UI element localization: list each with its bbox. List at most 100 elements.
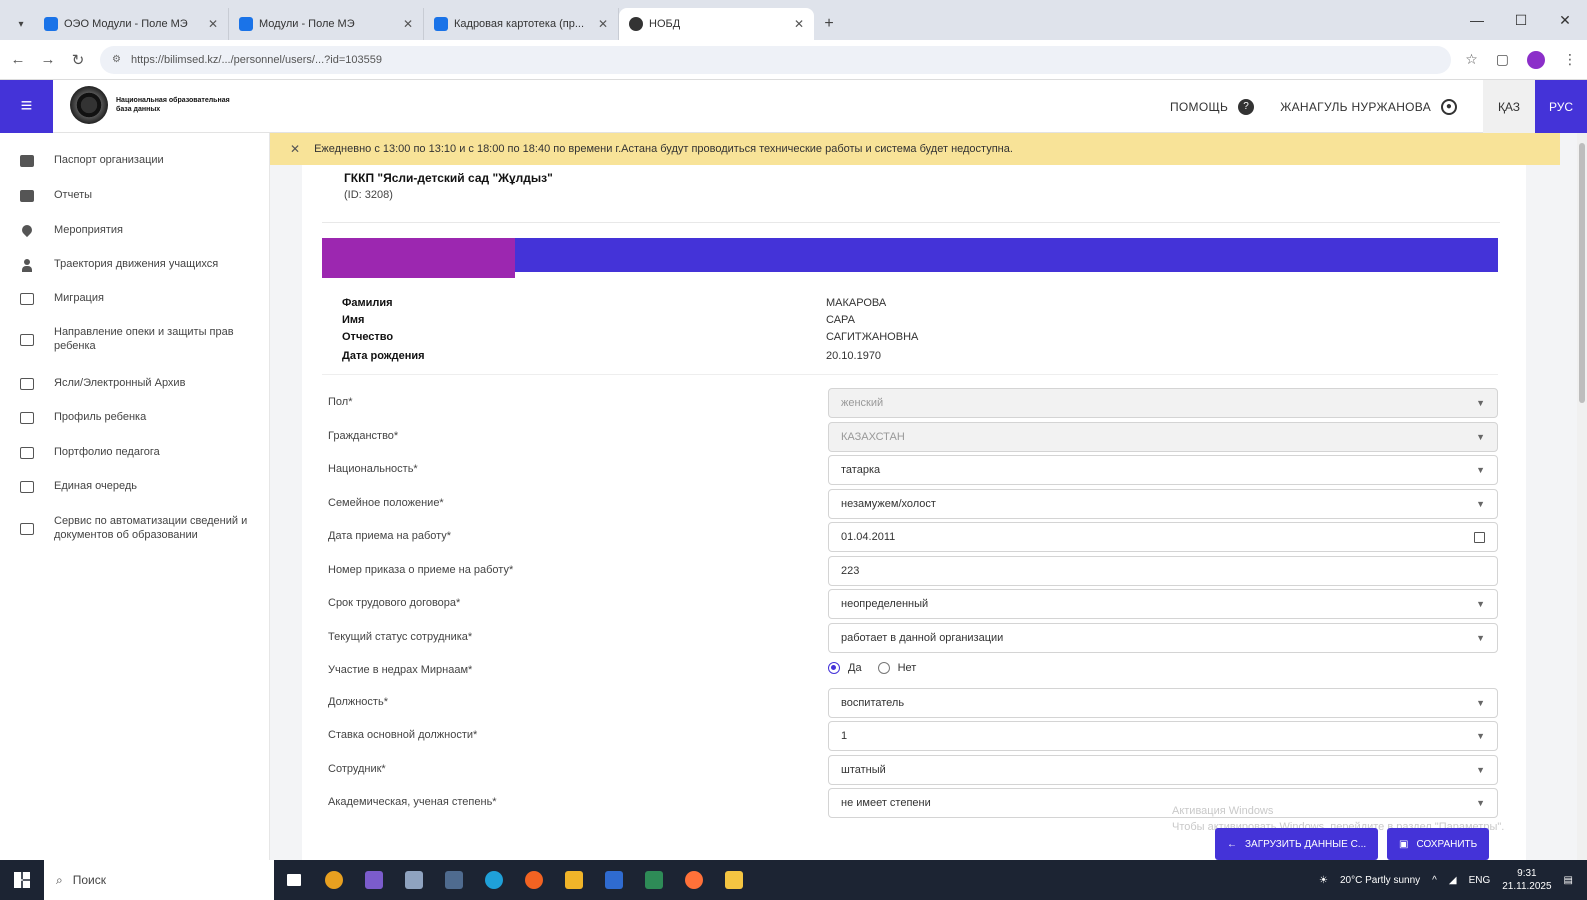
sidebar-item-reports[interactable]: Отчеты [0, 188, 104, 202]
minimize-icon[interactable]: — [1455, 0, 1499, 40]
word-icon[interactable] [594, 860, 634, 900]
field-label: Гражданство* [328, 430, 399, 442]
user-menu[interactable]: ЖАНАГУЛЬ НУРЖАНОВА ● [1280, 98, 1457, 115]
bookmark-star-icon[interactable]: ☆ [1465, 51, 1478, 68]
tray-chevron-icon[interactable]: ^ [1432, 875, 1437, 886]
notes-app-icon[interactable] [714, 860, 754, 900]
browser-tab[interactable]: Кадровая картотека (пр... ✕ [424, 8, 619, 40]
tab-close-icon[interactable]: ✕ [208, 17, 218, 31]
calendar-icon[interactable] [1474, 531, 1485, 543]
clock-date: 21.11.2025 [1502, 881, 1552, 892]
employee-status-select[interactable]: работает в данной организации ▼ [828, 623, 1498, 653]
person-label: Имя [342, 314, 365, 326]
form-row-contract-term: Срок трудового договора* неопределенный … [328, 589, 1500, 619]
sidebar-item-label: Профиль ребенка [54, 411, 147, 423]
yandex-browser-icon[interactable] [514, 860, 554, 900]
start-button[interactable] [0, 860, 44, 900]
sidebar-item-events[interactable]: Мероприятия [0, 222, 135, 238]
radio-yes[interactable] [828, 662, 840, 674]
sidebar-item-documents-service[interactable]: Сервис по автоматизации сведений и докум… [0, 514, 270, 542]
tab-close-icon[interactable]: ✕ [794, 17, 804, 31]
chevron-down-icon: ▼ [1476, 499, 1485, 509]
rate-select[interactable]: 1 ▼ [828, 721, 1498, 751]
form-row-gender: Пол* женский ▼ [328, 388, 1500, 418]
tab-close-icon[interactable]: ✕ [403, 17, 413, 31]
main-scrollbar[interactable] [1577, 133, 1587, 860]
contract-term-select[interactable]: неопределенный ▼ [828, 589, 1498, 619]
upload-data-button[interactable]: ← ЗАГРУЗИТЬ ДАННЫЕ С... [1215, 828, 1379, 860]
order-number-input[interactable]: 223 [828, 556, 1498, 586]
maximize-icon[interactable]: ☐ [1499, 0, 1543, 40]
network-icon[interactable]: ◢ [1449, 875, 1457, 886]
marital-status-select[interactable]: незамужем/холост ▼ [828, 489, 1498, 519]
sidebar-item-label: Ясли/Электронный Архив [54, 377, 186, 389]
logo[interactable]: Национальная образовательная база данных [70, 86, 236, 124]
reload-icon[interactable]: ↻ [70, 51, 86, 69]
hire-date-input[interactable]: 01.04.2011 [828, 522, 1498, 552]
person-icon [20, 259, 34, 273]
task-view-icon[interactable] [274, 860, 314, 900]
position-select[interactable]: воспитатель ▼ [828, 688, 1498, 718]
sidebar-item-label: Направление опеки и защиты прав ребенка [54, 326, 234, 352]
pin-app-icon[interactable] [394, 860, 434, 900]
field-label: Срок трудового договора* [328, 597, 461, 609]
photos-app-icon[interactable] [354, 860, 394, 900]
sidebar-item-child-profile[interactable]: Профиль ребенка [0, 410, 158, 424]
sidebar-item-migration[interactable]: Миграция [0, 291, 116, 305]
address-bar[interactable]: ⚙ https://bilimsed.kz/.../personnel/user… [100, 45, 1452, 74]
new-tab-button[interactable]: + [814, 8, 844, 40]
lang-ru-button[interactable]: РУС [1535, 80, 1587, 133]
person-patronymic: САГИТЖАНОВНА [826, 331, 919, 343]
notice-close-icon[interactable]: ✕ [290, 142, 300, 156]
nationality-select[interactable]: татарка ▼ [828, 455, 1498, 485]
folder-icon[interactable] [554, 860, 594, 900]
form-row-citizenship: Гражданство* КАЗАХСТАН ▼ [328, 422, 1500, 452]
sidebar-item-trajectory[interactable]: Траектория движения учащихся [0, 257, 230, 273]
extensions-icon[interactable]: ▢ [1496, 51, 1509, 68]
system-tray: ☀ 20°C Partly sunny ^ ◢ ENG 9:31 21.11.2… [1319, 860, 1587, 900]
radio-no[interactable] [877, 662, 890, 674]
field-label: Ставка основной должности* [328, 729, 478, 741]
person-name: САРА [826, 314, 855, 326]
browser-tab[interactable]: Модули - Поле МЭ ✕ [229, 8, 424, 40]
excel-icon[interactable] [634, 860, 674, 900]
lang-kk-button[interactable]: ҚАЗ [1483, 80, 1535, 133]
sidebar-item-queue[interactable]: Единая очередь [0, 479, 149, 493]
scrollbar-thumb[interactable] [1579, 143, 1585, 403]
firefox-icon[interactable] [674, 860, 714, 900]
site-info-icon[interactable]: ⚙ [112, 54, 121, 65]
calculator-icon[interactable] [434, 860, 474, 900]
gender-select: женский ▼ [828, 388, 1498, 418]
save-button[interactable]: ▣ СОХРАНИТЬ [1387, 828, 1490, 860]
sidebar-item-portfolio[interactable]: Портфолио педагога [0, 445, 172, 459]
chrome-icon[interactable] [314, 860, 354, 900]
browser-tab-active[interactable]: НОБД ✕ [619, 8, 814, 40]
weather-text[interactable]: 20°C Partly sunny [1340, 875, 1420, 886]
field-value: 01.04.2011 [841, 531, 896, 543]
close-window-icon[interactable]: ✕ [1543, 0, 1587, 40]
language-indicator[interactable]: ENG [1469, 875, 1491, 886]
hamburger-menu-icon[interactable]: ≡ [0, 80, 53, 133]
arrow-left-icon: ← [1227, 838, 1237, 850]
sidebar-item-archive[interactable]: Ясли/Электронный Архив [0, 376, 197, 390]
sidebar-item-label: Портфолио педагога [54, 446, 160, 458]
clock[interactable]: 9:31 21.11.2025 [1502, 867, 1551, 893]
taskbar-search[interactable]: ⌕ Поиск [44, 860, 274, 900]
help-link[interactable]: ПОМОЩЬ ? [1170, 98, 1255, 115]
field-value: неопределенный [841, 598, 929, 610]
tab-close-icon[interactable]: ✕ [598, 17, 608, 31]
forward-icon[interactable]: → [40, 51, 56, 68]
browser-tab[interactable]: ОЭО Модули - Поле МЭ ✕ [34, 8, 229, 40]
upload-button-label: ЗАГРУЗИТЬ ДАННЫЕ С... [1245, 838, 1367, 850]
sidebar-item-guardianship[interactable]: Направление опеки и защиты прав ребенка [0, 325, 270, 353]
profile-avatar-icon[interactable] [1527, 50, 1545, 69]
employee-type-select[interactable]: штатный ▼ [828, 755, 1498, 785]
tab-search-button[interactable]: ▾ [8, 8, 34, 40]
chevron-down-icon: ▼ [1476, 731, 1485, 741]
browser-menu-icon[interactable]: ⋮ [1563, 51, 1577, 68]
sidebar-item-passport[interactable]: Паспорт организации [0, 153, 176, 167]
notifications-icon[interactable]: ▤ [1564, 875, 1573, 886]
back-icon[interactable]: ← [10, 51, 26, 68]
edge-icon[interactable] [474, 860, 514, 900]
field-label: Сотрудник* [328, 763, 386, 775]
